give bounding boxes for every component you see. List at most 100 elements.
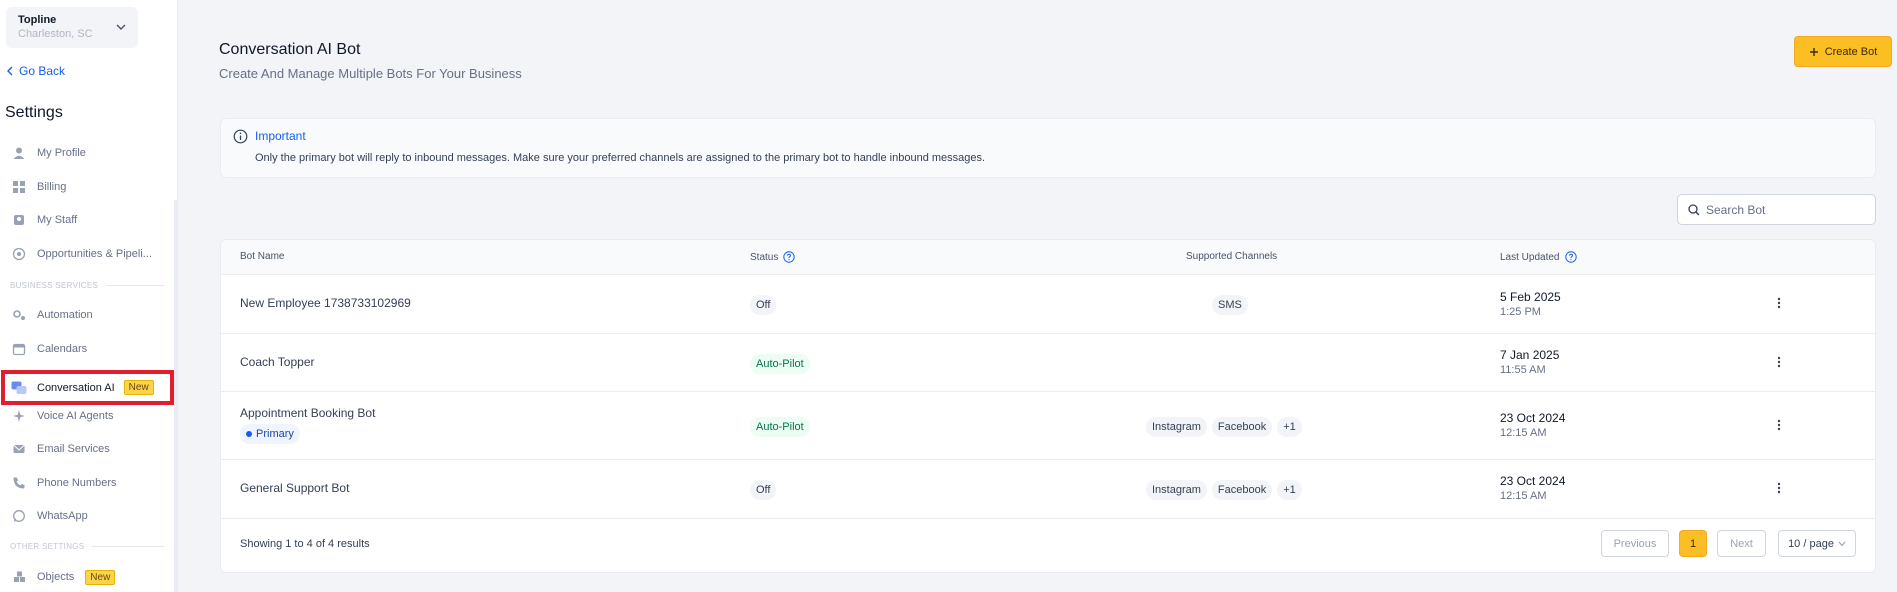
location-name: Topline (18, 14, 57, 26)
sparkle-icon (12, 409, 26, 423)
search-icon (1688, 203, 1700, 215)
bots-table: Bot Name Status Supported Channels Last … (220, 239, 1876, 573)
primary-dot-icon (246, 431, 252, 437)
bot-name[interactable]: General Support Bot (240, 481, 349, 495)
create-bot-button[interactable]: Create Bot (1794, 36, 1892, 67)
updated-date: 23 Oct 2024 (1500, 474, 1566, 488)
table-row[interactable]: New Employee 1738733102969 Off SMS 5 Feb… (221, 275, 1875, 334)
table-row[interactable]: Coach Topper Auto-Pilot 7 Jan 2025 11:55… (221, 334, 1875, 392)
info-icon (233, 129, 248, 144)
sidebar-item-label: My Profile (37, 147, 86, 159)
channel-badge: Instagram (1146, 417, 1207, 437)
row-actions-button[interactable] (1773, 482, 1785, 496)
sidebar-item-label: Opportunities & Pipeli... (37, 248, 152, 260)
column-status: Status (750, 251, 796, 263)
section-divider (92, 546, 165, 547)
bot-name[interactable]: New Employee 1738733102969 (240, 296, 411, 310)
page-size-select[interactable]: 10 / page (1778, 530, 1856, 557)
status-badge: Off (750, 480, 777, 500)
staff-icon (12, 213, 26, 227)
calendar-icon (12, 342, 26, 356)
chat-bubbles-icon (11, 380, 27, 396)
sidebar-item-my-profile[interactable]: My Profile (12, 143, 86, 163)
column-last-updated: Last Updated (1500, 251, 1577, 263)
channel-badge: SMS (1212, 295, 1248, 315)
settings-title: Settings (5, 104, 63, 121)
status-badge: Auto-Pilot (750, 354, 810, 374)
bot-name[interactable]: Coach Topper (240, 355, 315, 369)
sidebar-scrollbar[interactable] (174, 200, 178, 592)
chevron-left-icon (7, 66, 13, 76)
user-icon (12, 146, 26, 160)
more-vertical-icon (1777, 356, 1781, 368)
channel-badge: Instagram (1146, 480, 1207, 500)
create-bot-label: Create Bot (1824, 45, 1878, 58)
search-input[interactable] (1706, 202, 1866, 217)
updated-time: 12:15 AM (1500, 427, 1547, 439)
sidebar: Topline Charleston, SC Go Back Settings … (0, 0, 178, 592)
go-back-label: Go Back (19, 64, 66, 78)
updated-date: 5 Feb 2025 (1500, 290, 1561, 304)
updated-date: 7 Jan 2025 (1500, 348, 1560, 362)
more-vertical-icon (1777, 482, 1781, 494)
phone-icon (12, 476, 26, 490)
important-notice: Important Only the primary bot will repl… (220, 118, 1876, 178)
help-icon[interactable] (1564, 251, 1577, 263)
sidebar-item-automation[interactable]: Automation (12, 305, 93, 325)
search-box (1677, 194, 1876, 225)
status-badge: Auto-Pilot (750, 417, 810, 437)
table-row[interactable]: Appointment Booking Bot Primary Auto-Pil… (221, 392, 1875, 460)
plus-icon (1809, 47, 1818, 56)
sidebar-item-phone-numbers[interactable]: Phone Numbers (12, 473, 117, 493)
column-label: Bot Name (240, 251, 285, 262)
sidebar-item-opportunities[interactable]: Opportunities & Pipeli... (12, 244, 152, 264)
more-vertical-icon (1777, 419, 1781, 431)
section-divider (106, 285, 165, 286)
column-label: Supported Channels (1186, 251, 1278, 262)
primary-label: Primary (256, 428, 294, 440)
section-label: BUSINESS SERVICES (10, 281, 99, 290)
sidebar-item-label: Conversation AI (37, 381, 115, 394)
row-actions-button[interactable] (1773, 419, 1785, 433)
sidebar-item-objects[interactable]: Objects New (12, 567, 116, 587)
section-business-services: BUSINESS SERVICES (10, 281, 165, 290)
previous-page-button[interactable]: Previous (1601, 530, 1669, 557)
sidebar-item-my-staff[interactable]: My Staff (12, 210, 77, 230)
bot-name[interactable]: Appointment Booking Bot (240, 406, 375, 420)
location-switcher[interactable]: Topline Charleston, SC (6, 7, 138, 48)
more-channels-badge[interactable]: +1 (1277, 417, 1302, 437)
table-header: Bot Name Status Supported Channels Last … (221, 240, 1875, 275)
column-bot-name: Bot Name (240, 251, 284, 262)
more-channels-badge[interactable]: +1 (1277, 480, 1302, 500)
row-actions-button[interactable] (1773, 297, 1785, 311)
gears-icon (12, 308, 26, 322)
sidebar-item-conversation-ai[interactable]: Conversation AI New (1, 370, 174, 405)
updated-date: 23 Oct 2024 (1500, 411, 1566, 425)
go-back-link[interactable]: Go Back (6, 64, 65, 78)
sidebar-item-billing[interactable]: Billing (12, 177, 66, 197)
status-badge: Off (750, 295, 777, 315)
sidebar-item-calendars[interactable]: Calendars (12, 339, 87, 359)
sidebar-item-label: My Staff (37, 214, 78, 226)
channel-badge: Facebook (1211, 417, 1273, 437)
sidebar-item-voice-ai-agents[interactable]: Voice AI Agents (12, 406, 113, 426)
envelope-icon (12, 442, 26, 456)
sidebar-item-whatsapp[interactable]: WhatsApp (12, 506, 88, 526)
section-label: OTHER SETTINGS (10, 542, 85, 551)
column-supported-channels: Supported Channels (1186, 251, 1277, 262)
table-row[interactable]: General Support Bot Off Instagram Faceboo… (221, 460, 1875, 519)
sidebar-item-email-services[interactable]: Email Services (12, 439, 110, 459)
target-icon (12, 247, 26, 261)
results-summary: Showing 1 to 4 of 4 results (240, 538, 370, 550)
next-page-button[interactable]: Next (1717, 530, 1766, 557)
channel-badge: Facebook (1211, 480, 1273, 500)
updated-time: 11:55 AM (1500, 364, 1546, 376)
help-icon[interactable] (783, 251, 796, 263)
location-subtitle: Charleston, SC (18, 28, 93, 40)
cubes-icon (12, 570, 26, 584)
chevron-down-icon (1838, 541, 1846, 546)
row-actions-button[interactable] (1773, 356, 1785, 370)
new-badge: New (85, 569, 116, 585)
notice-body: Only the primary bot will reply to inbou… (255, 152, 986, 164)
page-1-button[interactable]: 1 (1679, 530, 1707, 557)
